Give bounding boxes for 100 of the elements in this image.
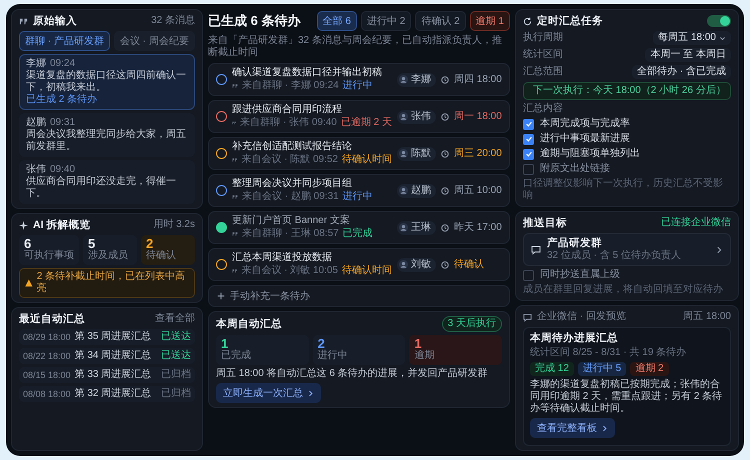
status-circle-icon[interactable]	[216, 111, 227, 122]
due-time: 昨天 17:00	[454, 222, 502, 234]
avatar-icon	[399, 186, 408, 195]
due-time: 周五 10:00	[454, 184, 502, 196]
message-note: 已生成 2 条待办	[26, 94, 98, 106]
source-tab[interactable]: 会议 · 周会纪要	[114, 31, 195, 51]
view-all-link[interactable]: 查看全部	[155, 313, 195, 325]
todo-card[interactable]: 补充信创适配测试报告结论 来自会议 · 陈默 09:52 待确认时间 陈默 周三 20:00	[208, 137, 510, 170]
avatar-icon	[399, 223, 408, 232]
quote-icon	[232, 157, 238, 163]
group-selector[interactable]: 产品研发群 32 位成员 · 含 5 位待办负责人	[523, 233, 731, 266]
plus-icon	[217, 292, 225, 300]
todo-card[interactable]: 汇总本周渠道投放数据 来自会议 · 刘敏 10:05 待确认时间 刘敏 待确认	[208, 248, 510, 281]
todos-title: 已生成 6 条待办	[208, 15, 300, 27]
assignee-chip[interactable]: 赵鹏	[397, 184, 436, 198]
assignee-chip[interactable]: 李娜	[397, 72, 436, 86]
assignee-chip[interactable]: 王琳	[397, 220, 436, 234]
status-circle-icon[interactable]	[216, 74, 227, 85]
assignee-name: 张伟	[411, 110, 431, 122]
message-card[interactable]: 张伟 09:40 供应商合同用印还没走完，得催一下。	[19, 160, 195, 204]
message-card[interactable]: 李娜 09:24 渠道复盘的数据口径这周四前确认一下，初稿我来出。 已生成 2 条待办	[19, 54, 195, 110]
status-tag: 完成 12	[530, 362, 574, 376]
status-circle-icon[interactable]	[216, 148, 227, 159]
checkbox-label: 附原文出处链接	[540, 163, 610, 175]
avatar-icon	[399, 149, 408, 158]
summary-row[interactable]: 08/22 18:00 第 34 周进展汇总 已送达	[19, 348, 195, 364]
period-dropdown[interactable]: 每周五 18:00	[653, 31, 731, 45]
push-note: 成员在群里回复进展，将自动回填至对应待办	[523, 284, 724, 296]
todo-title: 跟进供应商合同用印流程	[232, 104, 343, 116]
card-title: 本周自动汇总	[216, 318, 282, 330]
preview-title: 本周待办进展汇总	[530, 332, 619, 344]
todo-source: 来自群聊 · 张伟 09:40	[240, 117, 337, 129]
source-tab[interactable]: 群聊 · 产品研发群	[19, 31, 110, 51]
summary-title: 第 34 周进展汇总	[74, 350, 152, 362]
card-title: AI 拆解概览	[33, 219, 90, 231]
checkbox-label: 本周完成项与完成率	[540, 118, 630, 130]
avatar-icon	[399, 260, 408, 269]
filter-tab[interactable]: 全部 6	[316, 11, 357, 31]
checkbox[interactable]	[523, 164, 534, 174]
summary-date: 08/29 18:00	[23, 331, 71, 343]
status-circle-icon[interactable]	[216, 222, 227, 233]
add-todo-button[interactable]: 手动补充一条待办	[208, 285, 510, 307]
todo-source: 来自群聊 · 王琳 08:57	[242, 228, 339, 240]
assignee-chip[interactable]: 张伟	[397, 110, 436, 124]
filter-tab[interactable]: 逾期 1	[470, 11, 510, 31]
summary-row[interactable]: 08/08 18:00 第 32 周进展汇总 已归档	[19, 386, 195, 402]
todo-source: 来自会议 · 赵鹏 09:31	[242, 191, 339, 203]
summary-status: 已送达	[161, 331, 191, 343]
stat-label: 待确认	[146, 250, 177, 262]
filter-tab[interactable]: 待确认 2	[415, 11, 466, 31]
elapsed-time: 用时 3.2s	[153, 219, 195, 231]
warning-icon	[25, 279, 33, 287]
message-text: 周会决议我整理完同步给大家，周五前发群里。	[26, 129, 187, 153]
field-label: 统计区间	[523, 49, 563, 61]
summary-row[interactable]: 08/15 18:00 第 33 周进展汇总 已归档	[19, 367, 195, 383]
checkbox[interactable]	[523, 118, 534, 130]
assignee-name: 陈默	[411, 148, 431, 160]
todo-card[interactable]: 跟进供应商合同用印流程 来自群聊 · 张伟 09:40 已逾期 2 天 张伟 周一 18:00	[208, 100, 510, 133]
assignee-name: 刘敏	[411, 258, 431, 270]
clock-icon	[441, 260, 449, 268]
stat-label: 逾期	[414, 350, 436, 362]
chat-icon	[523, 312, 532, 322]
assignee-chip[interactable]: 陈默	[397, 146, 436, 160]
assignee-chip[interactable]: 刘敏	[397, 258, 436, 272]
todo-card[interactable]: 整理周会决议并同步项目组 来自会议 · 赵鹏 09:31 进行中 赵鹏 周五 10:00	[208, 174, 510, 207]
toggle-switch[interactable]	[707, 15, 731, 27]
view-board-button[interactable]: 查看完整看板	[530, 418, 615, 438]
field-value: 本周一 至 本周日	[645, 48, 731, 62]
clock-icon	[441, 224, 449, 232]
stat-value: 5	[88, 238, 96, 250]
summary-date: 08/22 18:00	[23, 350, 71, 362]
caret-icon	[719, 34, 726, 42]
chat-icon	[531, 244, 541, 254]
status-tag: 进行中 5	[578, 362, 626, 376]
filter-tab[interactable]: 进行中 2	[360, 11, 412, 31]
todo-card[interactable]: 确认渠道复盘数据口径并输出初稿 来自群聊 · 李娜 09:24 进行中 李娜 周四 18:00	[208, 63, 510, 96]
warning-text: 2 条待补截止时间，已在列表中高亮	[36, 271, 186, 295]
checkbox[interactable]	[523, 134, 534, 144]
card-title: 定时汇总任务	[537, 15, 603, 27]
checkbox[interactable]	[523, 148, 534, 160]
summary-title: 第 33 周进展汇总	[74, 369, 152, 381]
todo-title: 整理周会决议并同步项目组	[232, 178, 353, 190]
todo-title: 补充信创适配测试报告结论	[232, 141, 353, 153]
preview-time: 周五 18:00	[683, 311, 731, 323]
clock-icon	[441, 186, 449, 194]
sparkle-icon	[19, 220, 28, 230]
preview-meta: 统计区间 8/25 - 8/31 · 共 19 条待办	[530, 347, 688, 359]
preview-header: 企业微信 · 回发预览	[537, 311, 626, 323]
todo-status: 待确认时间	[342, 154, 392, 166]
checkbox[interactable]	[523, 270, 534, 280]
status-circle-icon[interactable]	[216, 185, 227, 196]
status-circle-icon[interactable]	[216, 259, 227, 270]
next-run-text: 下一次执行：今天 18:00（2 小时 26 分后）	[533, 85, 726, 97]
schedule-badge: 3 天后执行	[442, 316, 502, 332]
summary-row[interactable]: 08/29 18:00 第 35 周进展汇总 已送达	[19, 329, 195, 345]
todo-title: 更新门户首页 Banner 文案	[232, 215, 351, 227]
assignee-name: 李娜	[411, 74, 431, 86]
todo-card[interactable]: 更新门户首页 Banner 文案 来自群聊 · 王琳 08:57 已完成 王琳 昨天 17:00	[208, 211, 510, 244]
generate-summary-button[interactable]: 立即生成一次汇总	[216, 383, 321, 403]
message-card[interactable]: 赵鹏 09:31 周会决议我整理完同步给大家，周五前发群里。	[19, 113, 195, 157]
